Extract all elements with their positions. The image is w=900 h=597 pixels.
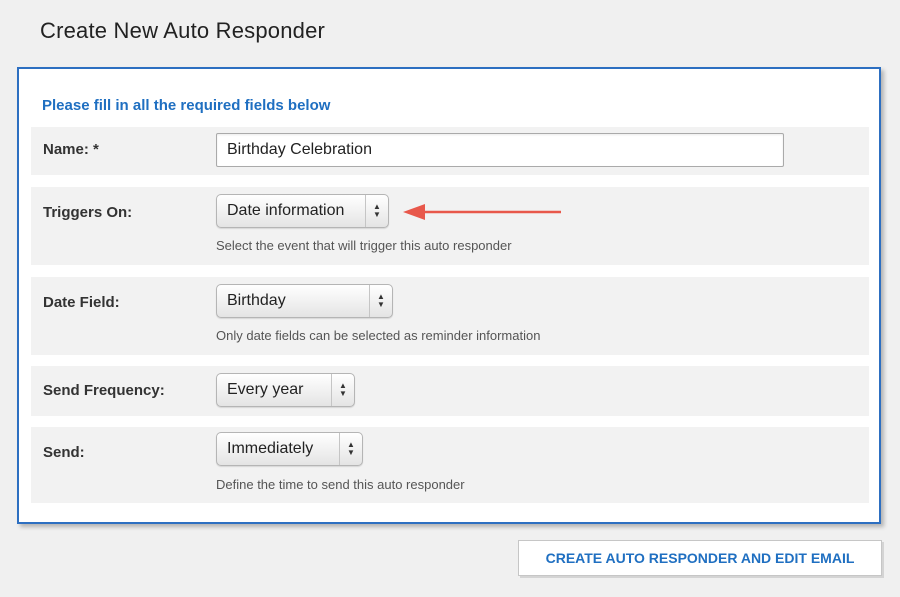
- send-frequency-select[interactable]: Every year ▲ ▼: [216, 373, 355, 407]
- triggers-on-label: Triggers On:: [43, 204, 133, 221]
- triggers-on-help: Select the event that will trigger this …: [216, 238, 512, 253]
- triggers-on-select[interactable]: Date information ▲ ▼: [216, 194, 389, 228]
- send-label: Send:: [43, 444, 85, 461]
- red-arrow-icon: [403, 204, 561, 220]
- form-instructions: Please fill in all the required fields b…: [42, 97, 331, 114]
- updown-arrows-icon: ▲ ▼: [365, 195, 388, 227]
- date-field-selected-value: Birthday: [227, 292, 286, 309]
- triggers-on-selected-value: Date information: [227, 202, 345, 219]
- name-input[interactable]: [216, 133, 784, 167]
- date-field-help: Only date fields can be selected as remi…: [216, 328, 541, 343]
- updown-arrows-icon: ▲ ▼: [331, 374, 354, 406]
- triggers-on-row: Triggers On: Date information ▲ ▼ Select …: [31, 187, 869, 265]
- date-field-select[interactable]: Birthday ▲ ▼: [216, 284, 393, 318]
- updown-arrows-icon: ▲ ▼: [339, 433, 362, 465]
- date-field-label: Date Field:: [43, 294, 120, 311]
- name-label: Name: *: [43, 141, 99, 158]
- page-title: Create New Auto Responder: [40, 18, 326, 43]
- send-row: Send: Immediately ▲ ▼ Define the time to …: [31, 427, 869, 503]
- create-auto-responder-button[interactable]: CREATE AUTO RESPONDER AND EDIT EMAIL: [518, 540, 882, 576]
- send-frequency-row: Send Frequency: Every year ▲ ▼: [31, 366, 869, 416]
- send-select[interactable]: Immediately ▲ ▼: [216, 432, 363, 466]
- send-frequency-label: Send Frequency:: [43, 382, 165, 399]
- updown-arrows-icon: ▲ ▼: [369, 285, 392, 317]
- send-selected-value: Immediately: [227, 440, 314, 457]
- form-panel: Please fill in all the required fields b…: [17, 67, 881, 524]
- send-help: Define the time to send this auto respon…: [216, 477, 465, 492]
- name-row: Name: *: [31, 127, 869, 175]
- send-frequency-selected-value: Every year: [227, 381, 304, 398]
- date-field-row: Date Field: Birthday ▲ ▼ Only date fields…: [31, 277, 869, 355]
